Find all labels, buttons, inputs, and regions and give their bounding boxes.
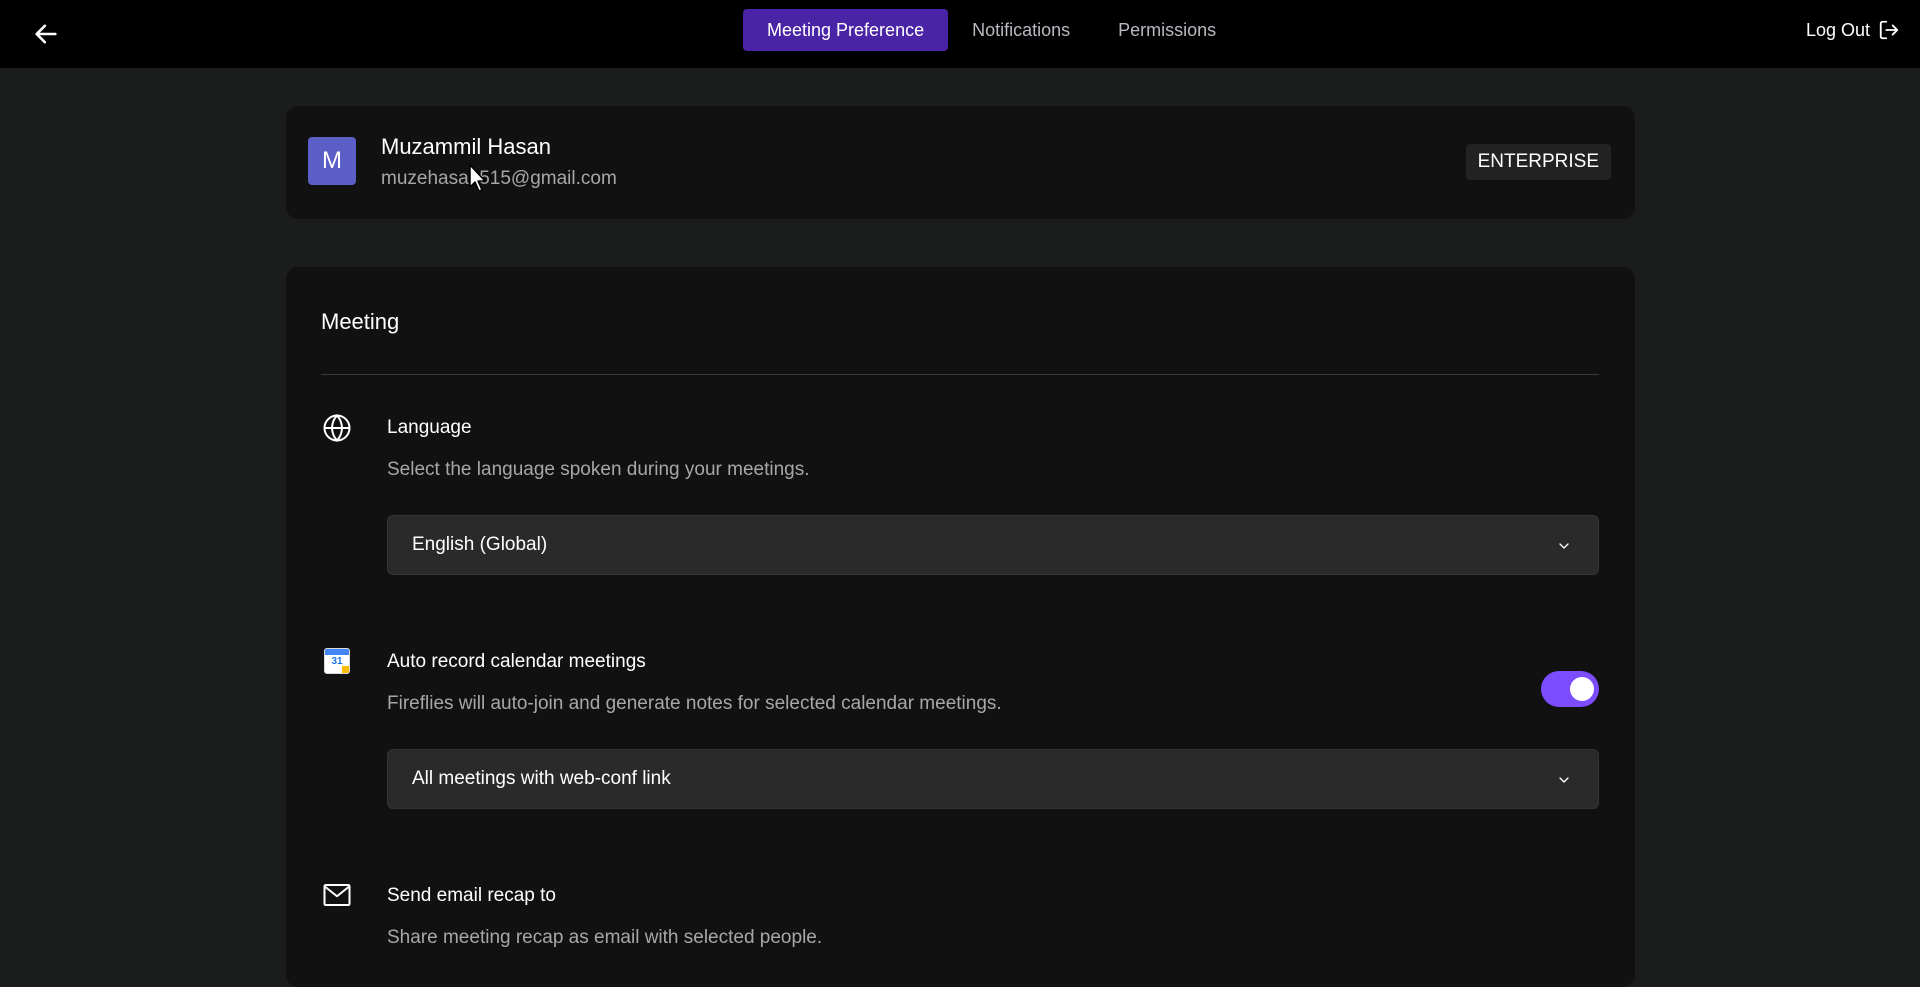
- language-label: Language: [387, 417, 472, 438]
- back-button[interactable]: [26, 14, 66, 54]
- auto-record-select-value: All meetings with web-conf link: [412, 768, 671, 789]
- email-recap-description: Share meeting recap as email with select…: [387, 927, 823, 948]
- chevron-down-icon: [1559, 543, 1569, 549]
- globe-icon: [321, 412, 353, 444]
- chevron-down-icon: [1559, 777, 1569, 783]
- mail-icon: [321, 879, 353, 911]
- auto-record-label: Auto record calendar meetings: [387, 651, 646, 672]
- language-select[interactable]: English (Global): [387, 515, 1599, 575]
- profile-card: M Muzammil Hasan muzehasan515@gmail.com …: [286, 106, 1635, 219]
- auto-record-description: Fireflies will auto-join and generate no…: [387, 693, 1002, 714]
- tab-notifications[interactable]: Notifications: [948, 9, 1094, 51]
- google-calendar-icon: 31: [321, 645, 353, 677]
- auto-record-select[interactable]: All meetings with web-conf link: [387, 749, 1599, 809]
- auto-record-toggle[interactable]: [1541, 671, 1599, 707]
- logout-label: Log Out: [1805, 19, 1870, 40]
- settings-tabs: Meeting Preference Notifications Permiss…: [743, 9, 1240, 51]
- tab-meeting-preference[interactable]: Meeting Preference: [743, 9, 949, 51]
- logout-icon: [1879, 20, 1899, 40]
- language-description: Select the language spoken during your m…: [387, 459, 810, 480]
- section-divider: [321, 374, 1599, 375]
- section-title: Meeting: [321, 309, 400, 334]
- tab-permissions[interactable]: Permissions: [1094, 9, 1240, 51]
- top-bar: Meeting Preference Notifications Permiss…: [0, 0, 1920, 68]
- arrow-left-icon: [35, 24, 57, 44]
- toggle-knob: [1570, 677, 1594, 701]
- plan-badge: ENTERPRISE: [1465, 144, 1611, 180]
- profile-name: Muzammil Hasan: [381, 134, 551, 159]
- meeting-settings-card: Meeting Language Select the language spo…: [286, 267, 1635, 987]
- email-recap-label: Send email recap to: [387, 885, 556, 906]
- language-select-value: English (Global): [412, 534, 548, 555]
- avatar: M: [308, 137, 356, 185]
- profile-email: muzehasan515@gmail.com: [381, 168, 617, 189]
- logout-button[interactable]: Log Out: [1806, 14, 1900, 46]
